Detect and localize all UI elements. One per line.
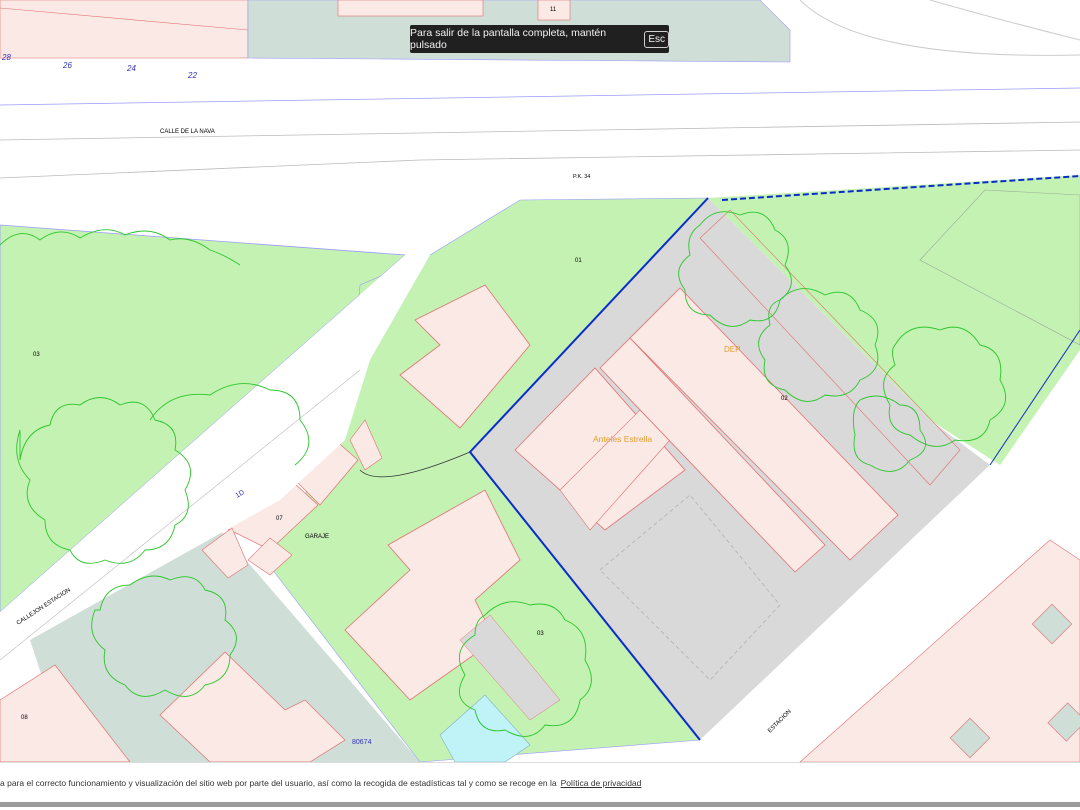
- parcel-number-01: 01: [575, 258, 582, 264]
- house-number-28: 28: [1, 53, 11, 62]
- cookie-bar: a para el correcto funcionamiento y visu…: [0, 762, 1080, 810]
- house-number-24: 24: [126, 64, 136, 73]
- esc-key-badge: Esc: [644, 30, 669, 48]
- house-number-22: 22: [187, 71, 197, 80]
- horizontal-scrollbar[interactable]: [0, 802, 1080, 807]
- street-label-calle-de-la-nava: CALLE DE LA NAVA: [160, 129, 215, 135]
- fullscreen-notice: Para salir de la pantalla completa, mant…: [410, 25, 669, 53]
- house-number-26: 26: [62, 61, 72, 70]
- cookie-message: a para el correcto funcionamiento y visu…: [0, 778, 557, 788]
- privacy-policy-link[interactable]: Política de privacidad: [561, 778, 642, 788]
- parcel-number-07: 07: [276, 516, 283, 522]
- business-label: Anteles Estrella: [593, 434, 652, 444]
- top-building-1: [337, 0, 484, 17]
- parcel-number-03-bottom: 03: [537, 631, 544, 637]
- building-label-garaje: GARAJE: [305, 534, 329, 540]
- plot-reference: 80674: [352, 739, 372, 746]
- top-left-block: [0, 0, 249, 59]
- cadastral-map[interactable]: CALLE DE LA NAVA P.K. 34 CALLEJON ESTACI…: [0, 0, 1080, 762]
- parcel-number-02: 02: [781, 396, 788, 402]
- parcel-number-03-left: 03: [33, 352, 40, 358]
- fullscreen-notice-text: Para salir de la pantalla completa, mant…: [410, 27, 607, 51]
- cookie-text: a para el correcto funcionamiento y visu…: [0, 778, 641, 788]
- building-label-dep: DEP: [724, 345, 740, 354]
- parcel-number-08: 08: [21, 715, 28, 721]
- street-label-pk: P.K. 34: [573, 174, 590, 180]
- parcel-number-11: 11: [550, 7, 557, 13]
